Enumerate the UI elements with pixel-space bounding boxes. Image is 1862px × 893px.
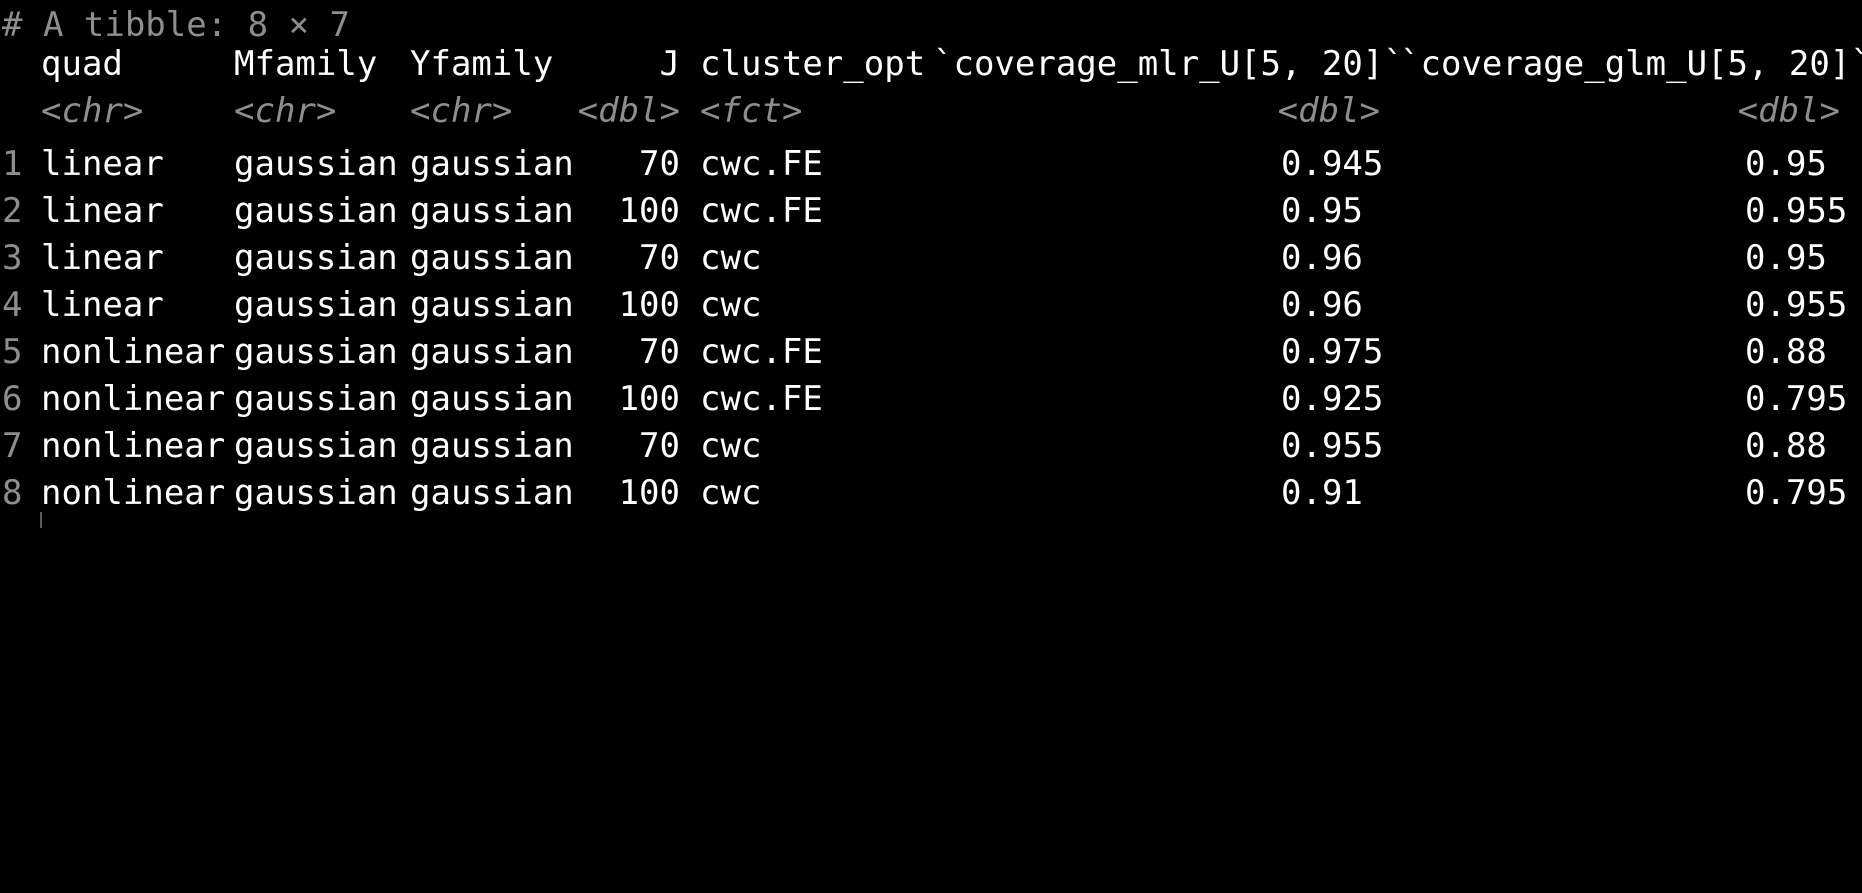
- cell-mfamily: gaussian: [234, 426, 398, 466]
- row-index: 6: [2, 379, 23, 419]
- cell-mfamily: gaussian: [234, 191, 398, 231]
- table-row: 6 nonlinear gaussian gaussian 100 cwc.FE…: [0, 376, 1862, 423]
- col-name-j: J: [659, 44, 680, 84]
- cell-coverage-glm: 0.955: [1745, 191, 1848, 231]
- cell-coverage-mlr: 0.955: [1281, 426, 1384, 466]
- table-row: 3 linear gaussian gaussian 70 cwc 0.96 0…: [0, 235, 1862, 282]
- cell-cluster-opt: cwc.FE: [700, 144, 823, 184]
- cell-yfamily: gaussian: [410, 285, 574, 325]
- table-row: 7 nonlinear gaussian gaussian 70 cwc 0.9…: [0, 423, 1862, 470]
- cell-j: 70: [639, 238, 680, 278]
- cell-coverage-mlr: 0.96: [1281, 285, 1363, 325]
- cell-j: 100: [618, 473, 680, 513]
- cell-mfamily: gaussian: [234, 238, 398, 278]
- cell-coverage-mlr: 0.945: [1281, 144, 1384, 184]
- col-name-yfamily: Yfamily: [410, 44, 554, 84]
- row-index: 4: [2, 285, 23, 325]
- cell-yfamily: gaussian: [410, 238, 574, 278]
- cell-cluster-opt: cwc: [700, 285, 762, 325]
- cell-coverage-glm: 0.88: [1745, 426, 1827, 466]
- cell-yfamily: gaussian: [410, 332, 574, 372]
- col-type-j: <dbl>: [577, 91, 680, 131]
- row-index: 3: [2, 238, 23, 278]
- cell-mfamily: gaussian: [234, 285, 398, 325]
- row-index: 7: [2, 426, 23, 466]
- column-type-row: <chr> <chr> <chr> <dbl> <fct> <dbl> <dbl…: [0, 88, 1862, 135]
- cell-yfamily: gaussian: [410, 473, 574, 513]
- cell-quad: linear: [41, 144, 164, 184]
- cell-coverage-mlr: 0.96: [1281, 238, 1363, 278]
- table-row: 8 nonlinear gaussian gaussian 100 cwc 0.…: [0, 470, 1862, 517]
- cell-j: 70: [639, 426, 680, 466]
- table-row: 5 nonlinear gaussian gaussian 70 cwc.FE …: [0, 329, 1862, 376]
- col-name-cluster-opt: cluster_opt: [700, 44, 926, 84]
- col-type-yfamily: <chr>: [410, 91, 513, 131]
- col-type-cluster-opt: <fct>: [700, 91, 803, 131]
- table-row: 2 linear gaussian gaussian 100 cwc.FE 0.…: [0, 188, 1862, 235]
- cell-coverage-glm: 0.95: [1745, 144, 1827, 184]
- cell-quad: nonlinear: [41, 379, 226, 419]
- cell-coverage-mlr: 0.925: [1281, 379, 1384, 419]
- cell-mfamily: gaussian: [234, 473, 398, 513]
- cell-j: 100: [618, 191, 680, 231]
- cell-j: 70: [639, 332, 680, 372]
- cell-j: 70: [639, 144, 680, 184]
- row-index: 2: [2, 191, 23, 231]
- table-row: 1 linear gaussian gaussian 70 cwc.FE 0.9…: [0, 141, 1862, 188]
- col-name-coverage-mlr: `coverage_mlr_U[5, 20]`: [933, 44, 1404, 84]
- row-index: 1: [2, 144, 23, 184]
- cell-mfamily: gaussian: [234, 144, 398, 184]
- col-type-mfamily: <chr>: [234, 91, 337, 131]
- cell-cluster-opt: cwc.FE: [700, 379, 823, 419]
- terminal-window: { "tibble_header": "# A tibble: 8 × 7", …: [0, 0, 1862, 528]
- cell-j: 100: [618, 285, 680, 325]
- col-type-coverage-glm: <dbl>: [1737, 91, 1840, 131]
- cell-coverage-glm: 0.95: [1745, 238, 1827, 278]
- cell-yfamily: gaussian: [410, 144, 574, 184]
- cell-coverage-mlr: 0.95: [1281, 191, 1363, 231]
- cell-mfamily: gaussian: [234, 379, 398, 419]
- cell-cluster-opt: cwc: [700, 238, 762, 278]
- text-cursor: [40, 512, 42, 528]
- table-row: 4 linear gaussian gaussian 100 cwc 0.96 …: [0, 282, 1862, 329]
- cell-quad: linear: [41, 191, 164, 231]
- col-type-coverage-mlr: <dbl>: [1277, 91, 1380, 131]
- cell-mfamily: gaussian: [234, 332, 398, 372]
- cell-quad: nonlinear: [41, 473, 226, 513]
- cell-yfamily: gaussian: [410, 426, 574, 466]
- cell-yfamily: gaussian: [410, 191, 574, 231]
- cell-yfamily: gaussian: [410, 379, 574, 419]
- cell-coverage-glm: 0.955: [1745, 285, 1848, 325]
- cell-quad: nonlinear: [41, 426, 226, 466]
- cell-coverage-glm: 0.795: [1745, 473, 1848, 513]
- cell-coverage-glm: 0.88: [1745, 332, 1827, 372]
- cell-quad: linear: [41, 285, 164, 325]
- cell-cluster-opt: cwc.FE: [700, 191, 823, 231]
- cell-cluster-opt: cwc.FE: [700, 332, 823, 372]
- cell-quad: nonlinear: [41, 332, 226, 372]
- cell-coverage-mlr: 0.975: [1281, 332, 1384, 372]
- cell-cluster-opt: cwc: [700, 426, 762, 466]
- row-index: 8: [2, 473, 23, 513]
- column-header-row: quad Mfamily Yfamily J cluster_opt `cove…: [0, 41, 1862, 88]
- col-type-quad: <chr>: [41, 91, 144, 131]
- col-name-mfamily: Mfamily: [234, 44, 378, 84]
- cell-cluster-opt: cwc: [700, 473, 762, 513]
- col-name-quad: quad: [41, 44, 123, 84]
- cell-coverage-glm: 0.795: [1745, 379, 1848, 419]
- cell-quad: linear: [41, 238, 164, 278]
- cell-coverage-mlr: 0.91: [1281, 473, 1363, 513]
- row-index: 5: [2, 332, 23, 372]
- cell-j: 100: [618, 379, 680, 419]
- col-name-coverage-glm: `coverage_glm_U[5, 20]`: [1400, 44, 1862, 84]
